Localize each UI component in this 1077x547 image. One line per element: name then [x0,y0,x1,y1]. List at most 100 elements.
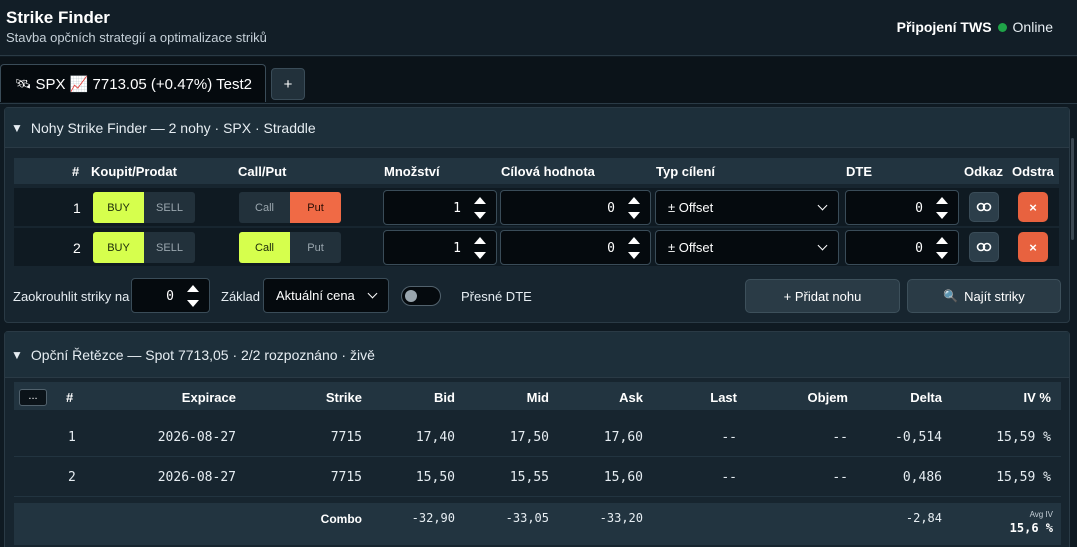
col-last: Last [710,390,737,405]
spin-arrows-icon[interactable] [627,235,641,261]
cell-iv: 15,59 % [996,470,1051,485]
cell-delta: 0,486 [902,470,942,485]
dte-stepper[interactable]: 0 [845,230,959,265]
put-button[interactable]: Put [290,232,341,263]
col-qty: Množství [384,164,440,179]
cell-strike: 7715 [330,470,362,485]
cell-strike: 7715 [330,430,362,445]
combo-row: Combo -32,90 -33,05 -33,20 -2,84 Avg IV … [14,503,1061,545]
buy-button[interactable]: BUY [93,232,144,263]
magnifier-icon: 🔍 [943,289,959,303]
side-toggle: BUY SELL [93,232,195,263]
col-right: Call/Put [238,164,287,179]
add-tab-button[interactable]: + [271,68,305,100]
target-value: 0 [607,201,615,216]
spin-arrows-icon[interactable] [935,195,949,221]
spin-arrows-icon[interactable] [186,283,200,309]
chain-panel-header[interactable]: ▼ Opční Řetězce — Spot 7713,05 · 2/2 roz… [5,332,1069,378]
quantity-stepper[interactable]: 1 [383,230,497,265]
exact-dte-label: Přesné DTE [461,289,532,304]
collapse-triangle-icon: ▼ [11,347,23,362]
app-header: Strike Finder Stavba opčních strategií a… [0,0,1077,56]
target-type-select[interactable]: ± Offset [655,190,839,225]
target-type-value: ± Offset [668,240,714,255]
delete-leg-button[interactable]: × [1018,192,1048,222]
exact-dte-toggle[interactable] [401,286,441,306]
right-toggle: Call Put [239,232,341,263]
legs-table-header: # Koupit/Prodat Call/Put Množství Cílová… [14,158,1059,184]
delete-leg-button[interactable]: × [1018,232,1048,262]
put-button[interactable]: Put [290,192,341,223]
col-expiry: Expirace [181,390,236,405]
cell-last: -- [721,470,737,485]
target-type-select[interactable]: ± Offset [655,230,839,265]
side-toggle: BUY SELL [93,192,195,223]
leg-row: 1 BUY SELL Call Put 1 0 ± Offset 0 × [14,188,1059,226]
dte-stepper[interactable]: 0 [845,190,959,225]
spin-arrows-icon[interactable] [935,235,949,261]
row-num: 2 [68,470,76,485]
add-leg-button[interactable]: + Přidat nohu [745,279,900,313]
buy-button[interactable]: BUY [93,192,144,223]
col-dte: DTE [846,164,872,179]
connection-label: Připojení TWS [896,19,992,35]
find-strikes-button[interactable]: 🔍 Najít striky [907,279,1061,313]
link-icon [976,202,992,212]
col-delta: Delta [910,390,942,405]
target-value-stepper[interactable]: 0 [500,230,651,265]
cell-iv: 15,59 % [996,430,1051,445]
link-button[interactable] [969,192,999,222]
avg-iv-label: Avg IV [1029,510,1053,519]
tab-spx[interactable]: 🛰 SPX 📈 7713.05 (+0.47%) Test2 [0,64,266,102]
cell-ask: 15,60 [603,470,643,485]
combo-delta: -2,84 [905,511,942,525]
app-subtitle: Stavba opčních strategií a optimalizace … [6,30,267,45]
base-value: Aktuální cena [276,288,355,303]
leg-row: 2 BUY SELL Call Put 1 0 ± Offset 0 × [14,228,1059,266]
call-button[interactable]: Call [239,192,290,223]
chain-table-header: ... # Expirace Strike Bid Mid Ask Last O… [14,382,1061,410]
table-row[interactable]: 2 2026-08-27 7715 15,50 15,55 15,60 -- -… [14,457,1061,497]
tab-bar: 🛰 SPX 📈 7713.05 (+0.47%) Test2 + [0,57,1077,104]
connection-status: Připojení TWS Online [897,19,1053,35]
table-row[interactable]: 1 2026-08-27 7715 17,40 17,50 17,60 -- -… [14,417,1061,457]
col-ask: Ask [619,390,643,405]
base-select[interactable]: Aktuální cena [263,278,389,313]
spin-arrows-icon[interactable] [473,235,487,261]
option-chain-panel: ▼ Opční Řetězce — Spot 7713,05 · 2/2 roz… [4,331,1070,547]
combo-ask: -33,20 [599,511,643,525]
col-target: Cílová hodnota [501,164,595,179]
round-strikes-stepper[interactable]: 0 [131,278,210,313]
link-button[interactable] [969,232,999,262]
cell-expiry: 2026-08-27 [157,430,236,445]
cell-volume: -- [832,430,848,445]
spin-arrows-icon[interactable] [473,195,487,221]
chevron-down-icon [817,200,828,211]
col-target-type: Typ cílení [656,164,715,179]
status-text: Online [1012,19,1053,35]
avg-iv-value: 15,6 % [1009,521,1053,535]
app-title: Strike Finder [6,8,110,27]
base-label: Základ [221,289,261,304]
status-dot-icon [997,22,1007,32]
sell-button[interactable]: SELL [144,192,195,223]
col-delete: Odstra [1012,164,1054,179]
toggle-knob [405,290,417,302]
col-num: # [72,164,80,179]
col-bid: Bid [434,390,455,405]
chevron-down-icon [817,240,828,251]
target-value-stepper[interactable]: 0 [500,190,651,225]
sell-button[interactable]: SELL [144,232,195,263]
call-button[interactable]: Call [239,232,290,263]
scrollbar[interactable] [1071,138,1074,240]
quantity-value: 1 [453,201,461,216]
quantity-stepper[interactable]: 1 [383,190,497,225]
round-strikes-value: 0 [166,289,174,304]
combo-label: Combo [320,512,362,526]
column-menu-button[interactable]: ... [19,389,47,406]
right-toggle: Call Put [239,192,341,223]
col-mid: Mid [526,390,549,405]
cell-bid: 15,50 [415,470,455,485]
spin-arrows-icon[interactable] [627,195,641,221]
legs-panel-header[interactable]: ▼ Nohy Strike Finder — 2 nohy · SPX · St… [5,108,1069,148]
